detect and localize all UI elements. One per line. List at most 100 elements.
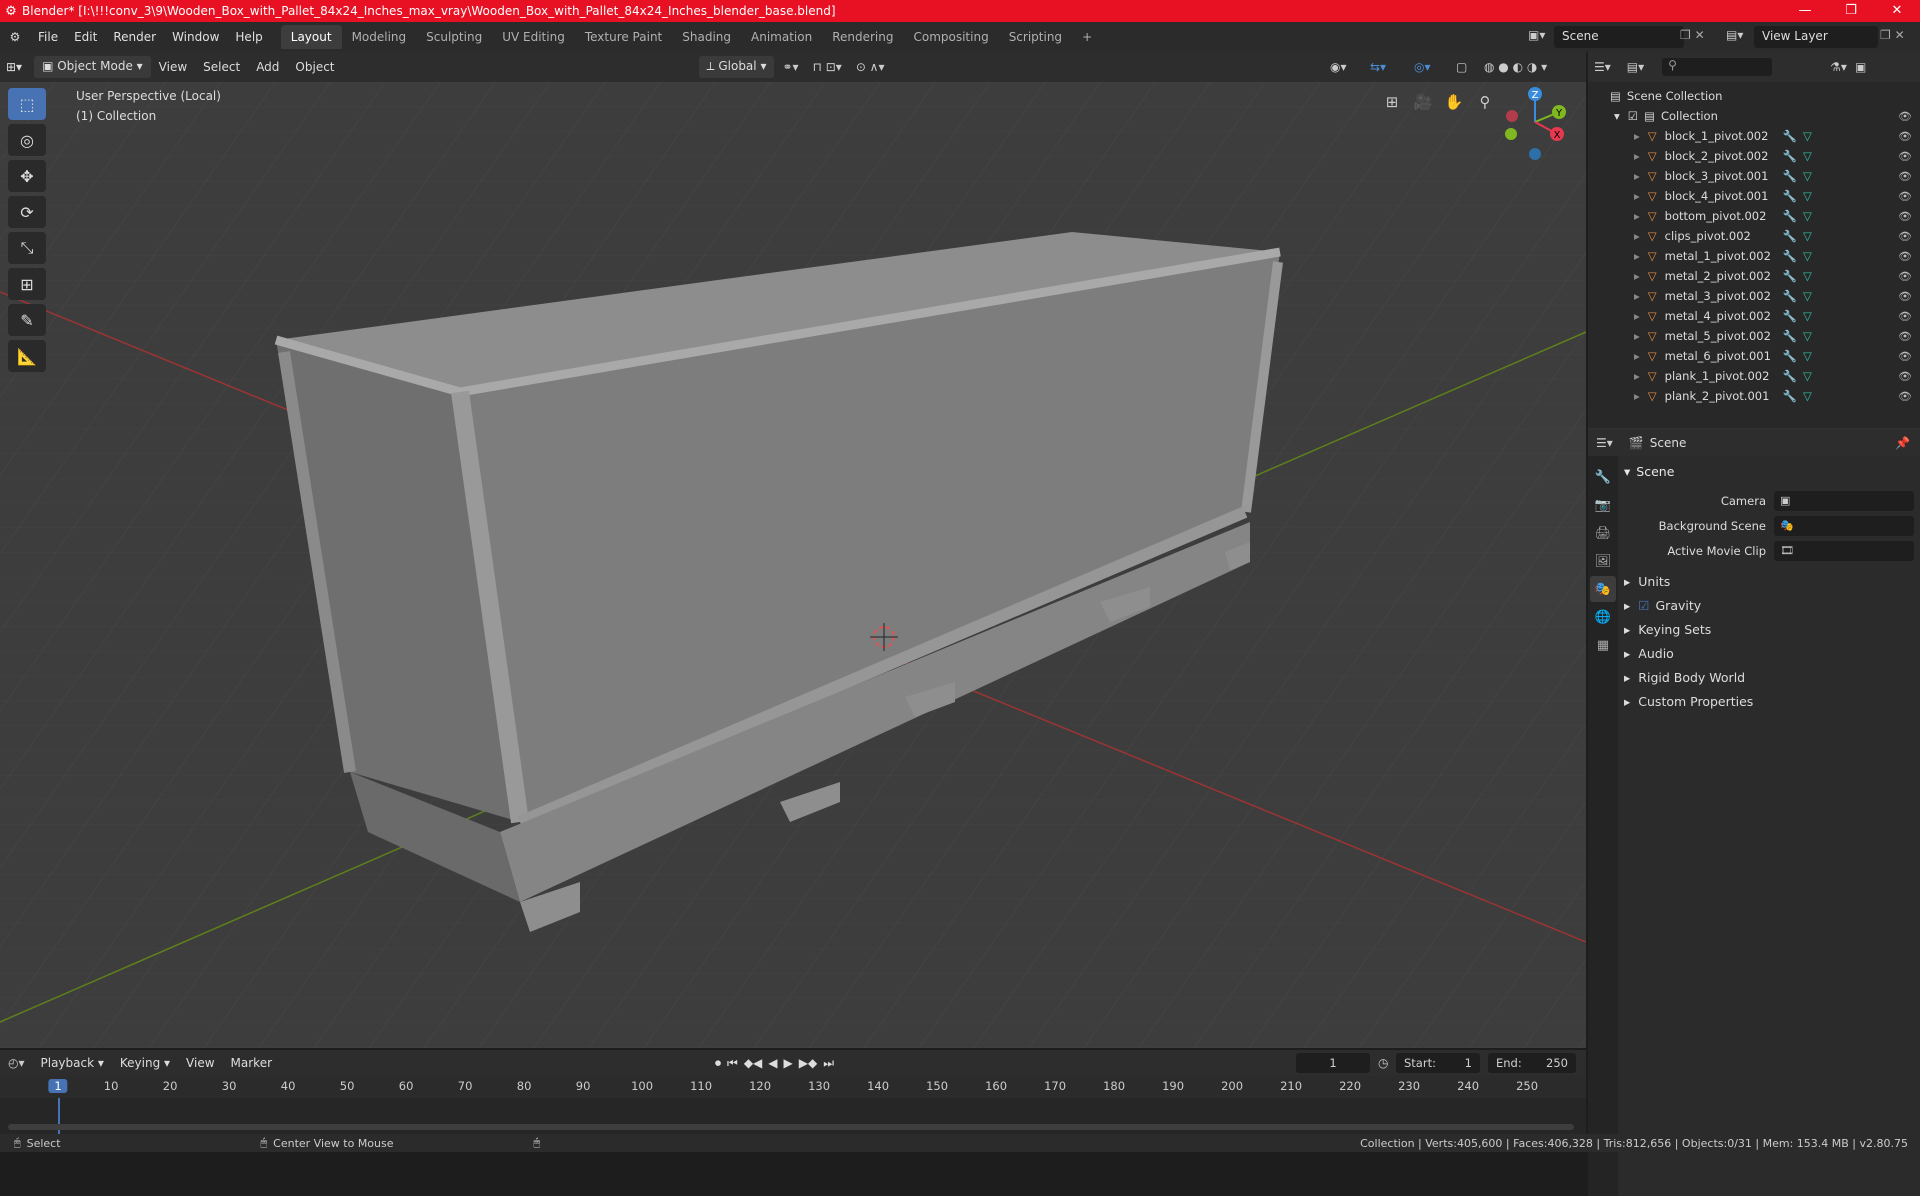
outliner-object-row[interactable]: ▸ ▽ metal_3_pivot.002 🔧 ▽ 👁 bbox=[1588, 286, 1920, 306]
eye-icon[interactable]: 👁 bbox=[1898, 270, 1912, 283]
cursor-tool[interactable]: ◎ bbox=[8, 124, 46, 156]
minimize-icon[interactable]: — bbox=[1782, 0, 1828, 22]
modifier-icon[interactable]: 🔧 bbox=[1783, 349, 1797, 363]
gravity-checkbox[interactable]: ☑ bbox=[1638, 598, 1649, 613]
eye-icon[interactable]: 👁 bbox=[1898, 390, 1912, 403]
tab-texture-paint[interactable]: Texture Paint bbox=[575, 25, 672, 49]
jump-end-icon[interactable]: ⏭ bbox=[823, 1056, 834, 1071]
mode-dropdown[interactable]: ▣ Object Mode ▾ bbox=[34, 56, 151, 78]
view-layer-icon[interactable]: ▤▾ bbox=[1726, 28, 1743, 42]
modifier-icon[interactable]: 🔧 bbox=[1783, 129, 1797, 143]
modifier-icon[interactable]: 🔧 bbox=[1783, 309, 1797, 323]
current-frame-field[interactable]: 1 bbox=[1296, 1053, 1370, 1073]
camera-view-icon[interactable]: 🎥 bbox=[1409, 88, 1437, 116]
expand-icon[interactable]: ▸ bbox=[1634, 189, 1640, 203]
scene-selector-icon[interactable]: ▣▾ bbox=[1528, 28, 1545, 42]
mesh-data-icon[interactable]: ▽ bbox=[1803, 369, 1812, 383]
prev-key-icon[interactable]: ◆◀ bbox=[744, 1056, 762, 1071]
menu-view[interactable]: View bbox=[151, 60, 195, 74]
modifier-icon[interactable]: 🔧 bbox=[1783, 249, 1797, 263]
record-icon[interactable]: ⏺ bbox=[715, 1056, 721, 1071]
background-scene-field[interactable]: 🎭 bbox=[1774, 515, 1914, 536]
play-icon[interactable]: ▶ bbox=[784, 1056, 793, 1071]
transform-tool[interactable]: ⊞ bbox=[8, 268, 46, 300]
mesh-data-icon[interactable]: ▽ bbox=[1803, 169, 1812, 183]
tab-modeling[interactable]: Modeling bbox=[342, 25, 417, 49]
modifier-icon[interactable]: 🔧 bbox=[1783, 329, 1797, 343]
editor-type-icon[interactable]: ⊞▾ bbox=[0, 60, 28, 74]
expand-icon[interactable]: ▸ bbox=[1634, 269, 1640, 283]
camera-field[interactable]: ▣ bbox=[1774, 490, 1914, 511]
mesh-data-icon[interactable]: ▽ bbox=[1803, 349, 1812, 363]
tab-rendering[interactable]: Rendering bbox=[822, 25, 903, 49]
tab-animation[interactable]: Animation bbox=[741, 25, 822, 49]
overlay-toggle-icon[interactable]: ◎▾ bbox=[1414, 60, 1431, 74]
visibility-icon[interactable]: ◉▾ bbox=[1330, 60, 1347, 74]
outliner-object-row[interactable]: ▸ ▽ metal_6_pivot.001 🔧 ▽ 👁 bbox=[1588, 346, 1920, 366]
menu-help[interactable]: Help bbox=[227, 30, 270, 44]
proportional-edit-icon[interactable]: ⊙ ∧▾ bbox=[848, 60, 893, 74]
snap-icon[interactable]: ⊓ ⊡▾ bbox=[807, 60, 848, 74]
world-tab-icon[interactable]: 🌐 bbox=[1590, 604, 1616, 630]
modifier-icon[interactable]: 🔧 bbox=[1783, 169, 1797, 183]
expand-icon[interactable]: ▸ bbox=[1634, 209, 1640, 223]
3d-viewport[interactable]: ⬚ ◎ ✥ ⟳ ⤡ ⊞ ✎ 📐 User Perspective (Local)… bbox=[0, 82, 1586, 1048]
add-workspace-button[interactable]: + bbox=[1072, 25, 1102, 49]
modifier-icon[interactable]: 🔧 bbox=[1783, 389, 1797, 403]
modifier-icon[interactable]: 🔧 bbox=[1783, 209, 1797, 223]
active-movie-clip-field[interactable]: 🎞 bbox=[1774, 540, 1914, 561]
mesh-data-icon[interactable]: ▽ bbox=[1803, 209, 1812, 223]
eye-icon[interactable]: 👁 bbox=[1898, 210, 1912, 223]
eye-icon[interactable]: 👁 bbox=[1898, 250, 1912, 263]
mesh-data-icon[interactable]: ▽ bbox=[1803, 249, 1812, 263]
eye-icon[interactable]: 👁 bbox=[1898, 190, 1912, 203]
eye-icon[interactable]: 👁 bbox=[1898, 330, 1912, 343]
expand-icon[interactable]: ▾ bbox=[1614, 109, 1620, 123]
expand-icon[interactable]: ▸ bbox=[1634, 369, 1640, 383]
mesh-data-icon[interactable]: ▽ bbox=[1803, 149, 1812, 163]
expand-icon[interactable]: ▸ bbox=[1634, 129, 1640, 143]
mesh-data-icon[interactable]: ▽ bbox=[1803, 229, 1812, 243]
modifier-icon[interactable]: 🔧 bbox=[1783, 289, 1797, 303]
timeline-scrollbar[interactable] bbox=[8, 1124, 1574, 1130]
next-key-icon[interactable]: ▶◆ bbox=[799, 1056, 817, 1071]
expand-icon[interactable]: ▸ bbox=[1634, 309, 1640, 323]
render-tab-icon[interactable]: 📷 bbox=[1590, 492, 1616, 518]
eye-icon[interactable]: 👁 bbox=[1898, 110, 1912, 123]
modifier-icon[interactable]: 🔧 bbox=[1783, 149, 1797, 163]
menu-select[interactable]: Select bbox=[195, 60, 248, 74]
mesh-data-icon[interactable]: ▽ bbox=[1803, 309, 1812, 323]
menu-object[interactable]: Object bbox=[287, 60, 342, 74]
ortho-toggle-icon[interactable]: ⊞ bbox=[1378, 88, 1406, 116]
outliner-object-row[interactable]: ▸ ▽ metal_2_pivot.002 🔧 ▽ 👁 bbox=[1588, 266, 1920, 286]
rotate-tool[interactable]: ⟳ bbox=[8, 196, 46, 228]
move-tool[interactable]: ✥ bbox=[8, 160, 46, 192]
view-layer-field[interactable]: View Layer bbox=[1754, 26, 1878, 48]
view-layer-tab-icon[interactable]: 🖼 bbox=[1590, 548, 1616, 574]
keying-sets-panel[interactable]: ▸ Keying Sets bbox=[1624, 617, 1914, 641]
expand-icon[interactable]: ▸ bbox=[1634, 289, 1640, 303]
rigid-body-world-panel[interactable]: ▸ Rigid Body World bbox=[1624, 665, 1914, 689]
play-reverse-icon[interactable]: ◀ bbox=[768, 1056, 777, 1071]
timeline-area[interactable] bbox=[0, 1098, 1586, 1134]
timeline-view-menu[interactable]: View bbox=[178, 1056, 222, 1070]
scene-tab-icon[interactable]: 🎭 bbox=[1590, 576, 1616, 602]
menu-edit[interactable]: Edit bbox=[66, 30, 105, 44]
scale-tool[interactable]: ⤡ bbox=[8, 232, 46, 264]
blender-menu-icon[interactable]: ⚙ bbox=[0, 30, 30, 44]
menu-file[interactable]: File bbox=[30, 30, 66, 44]
tab-sculpting[interactable]: Sculpting bbox=[416, 25, 492, 49]
expand-icon[interactable]: ▸ bbox=[1634, 349, 1640, 363]
menu-add[interactable]: Add bbox=[248, 60, 287, 74]
collection-checkbox[interactable]: ☑ bbox=[1628, 109, 1638, 123]
timeline-marker-menu[interactable]: Marker bbox=[223, 1056, 280, 1070]
tab-compositing[interactable]: Compositing bbox=[903, 25, 998, 49]
mesh-data-icon[interactable]: ▽ bbox=[1803, 269, 1812, 283]
select-box-tool[interactable]: ⬚ bbox=[8, 88, 46, 120]
expand-icon[interactable]: ▸ bbox=[1634, 229, 1640, 243]
outliner-object-row[interactable]: ▸ ▽ plank_2_pivot.001 🔧 ▽ 👁 bbox=[1588, 386, 1920, 406]
outliner-collection[interactable]: ▾ ☑ ▤ Collection 👁 bbox=[1588, 106, 1920, 126]
menu-window[interactable]: Window bbox=[164, 30, 227, 44]
expand-icon[interactable]: ▸ bbox=[1634, 389, 1640, 403]
display-mode-icon[interactable]: ▤▾ bbox=[1627, 60, 1644, 74]
